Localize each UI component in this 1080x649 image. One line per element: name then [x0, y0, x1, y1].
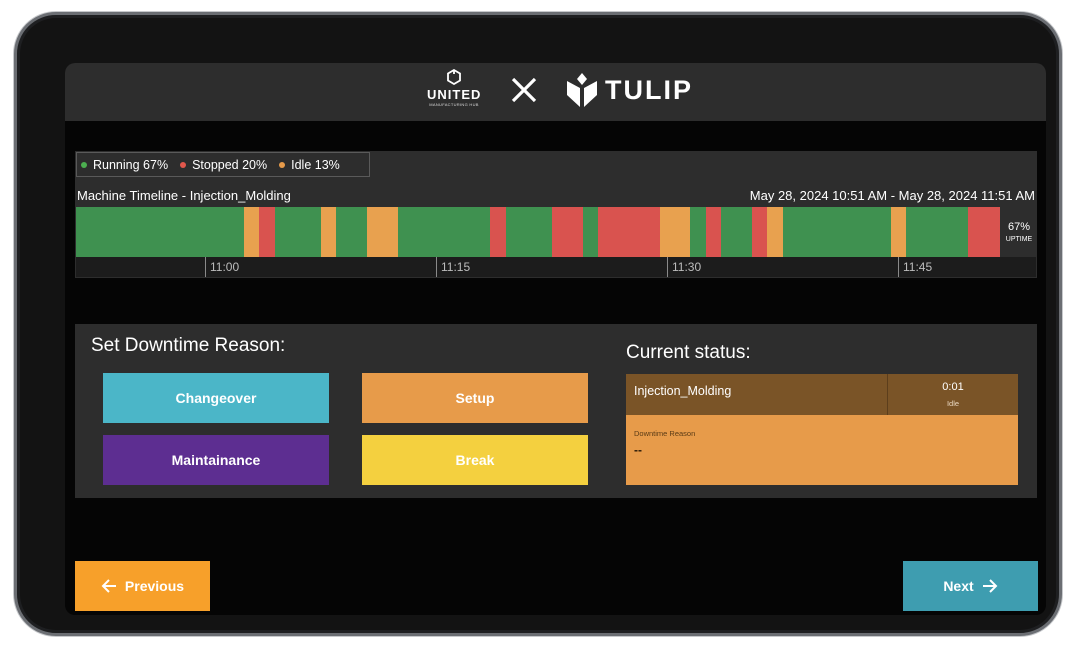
axis-tick: 11:00	[205, 257, 239, 277]
timeline-segment-idle	[891, 207, 906, 257]
stopped-dot-icon	[180, 161, 187, 168]
timeline-segment-stopped	[490, 207, 506, 257]
uptime-indicator: 67% UPTIME	[1001, 207, 1037, 257]
status-state: Idle	[946, 399, 960, 408]
timeline-segment-running	[583, 207, 598, 257]
timeline-segment-running	[336, 207, 367, 257]
status-card: Injection_Molding 0:01 Idle Downtime Rea…	[626, 374, 1018, 485]
legend-label: Stopped 20%	[192, 157, 268, 172]
timeline-segment-running	[721, 207, 752, 257]
timeline-segment-running	[690, 207, 706, 257]
hexagon-icon	[447, 69, 461, 85]
timeline-legend: Running 67% Stopped 20% Idle 13%	[76, 152, 370, 177]
next-button[interactable]: Next	[903, 561, 1038, 611]
machine-name: Injection_Molding	[634, 384, 732, 398]
downtime-title: Set Downtime Reason:	[91, 335, 286, 356]
axis-tick: 11:30	[667, 257, 701, 277]
timeline-axis: 11:00 11:15 11:30 11:45	[76, 257, 1036, 277]
axis-tick: 11:15	[436, 257, 470, 277]
timeline-segment-stopped	[968, 207, 1000, 257]
status-duration: 0:01	[942, 381, 964, 393]
maintainance-button[interactable]: Maintainance	[103, 435, 329, 485]
axis-tick: 11:45	[898, 257, 932, 277]
timeline-segment-running	[398, 207, 490, 257]
tulip-logo: TULIP	[567, 73, 693, 107]
arrow-left-icon	[101, 579, 116, 593]
tick-label: 11:00	[210, 260, 240, 274]
tick-label: 11:45	[903, 260, 933, 274]
break-button[interactable]: Break	[362, 435, 588, 485]
downtime-reason-label: Downtime Reason	[634, 429, 696, 438]
downtime-reason-value: --	[634, 443, 642, 457]
legend-item-idle: Idle 13%	[279, 158, 340, 172]
uptime-label: UPTIME	[1005, 236, 1033, 243]
running-dot-icon	[81, 161, 87, 168]
timeline-segment-stopped	[259, 207, 275, 257]
changeover-button[interactable]: Changeover	[103, 373, 329, 423]
tulip-flower-icon	[567, 73, 597, 107]
status-card-header: Injection_Molding 0:01 Idle	[626, 374, 1018, 415]
next-label: Next	[943, 578, 974, 594]
timeline-segment-stopped	[552, 207, 583, 257]
timeline-range: May 28, 2024 10:51 AM - May 28, 2024 11:…	[749, 188, 1035, 203]
setup-button[interactable]: Setup	[362, 373, 588, 423]
previous-label: Previous	[124, 578, 185, 594]
timeline-segment-running	[76, 207, 244, 257]
tick-label: 11:30	[672, 260, 702, 274]
timeline-segment-running	[275, 207, 321, 257]
status-card-body: Downtime Reason --	[626, 415, 1018, 485]
tablet-frame: UNITED MANUFACTURING HUB TULIP Running 6…	[14, 12, 1062, 636]
tulip-logo-text: TULIP	[605, 74, 693, 105]
umh-logo: UNITED MANUFACTURING HUB	[427, 69, 481, 117]
timeline-segment-stopped	[706, 207, 721, 257]
timeline-segment-idle	[244, 207, 259, 257]
umh-logo-text: UNITED	[427, 87, 482, 102]
timeline-title: Machine Timeline - Injection_Molding	[77, 188, 291, 203]
legend-label: Running 67%	[93, 157, 169, 172]
timeline-segment-stopped	[752, 207, 767, 257]
timeline-bar[interactable]	[76, 207, 1000, 257]
app-screen: UNITED MANUFACTURING HUB TULIP Running 6…	[65, 63, 1046, 615]
timeline-segment-running	[906, 207, 968, 257]
cross-icon	[511, 77, 537, 103]
timeline-segment-stopped	[598, 207, 660, 257]
timeline-segment-idle	[767, 207, 783, 257]
arrow-right-icon	[982, 579, 998, 593]
previous-button[interactable]: Previous	[75, 561, 210, 611]
tick-label: 11:15	[441, 260, 471, 274]
umh-logo-subtext: MANUFACTURING HUB	[429, 102, 479, 107]
legend-item-running: Running 67%	[81, 158, 168, 172]
app-header: UNITED MANUFACTURING HUB TULIP	[65, 63, 1046, 121]
legend-label: Idle 13%	[291, 157, 340, 172]
idle-dot-icon	[279, 161, 286, 168]
timeline-segment-running	[783, 207, 891, 257]
timeline-segment-idle	[367, 207, 398, 257]
current-status-title: Current status:	[626, 342, 751, 363]
uptime-value: 67%	[1007, 221, 1031, 233]
downtime-panel: Set Downtime Reason: Changeover Setup Ma…	[75, 324, 1037, 498]
timeline-segment-running	[506, 207, 552, 257]
timeline-segment-idle	[321, 207, 336, 257]
legend-item-stopped: Stopped 20%	[180, 158, 267, 172]
machine-timeline-widget: Running 67% Stopped 20% Idle 13% Machine…	[75, 151, 1037, 278]
timeline-segment-idle	[660, 207, 690, 257]
